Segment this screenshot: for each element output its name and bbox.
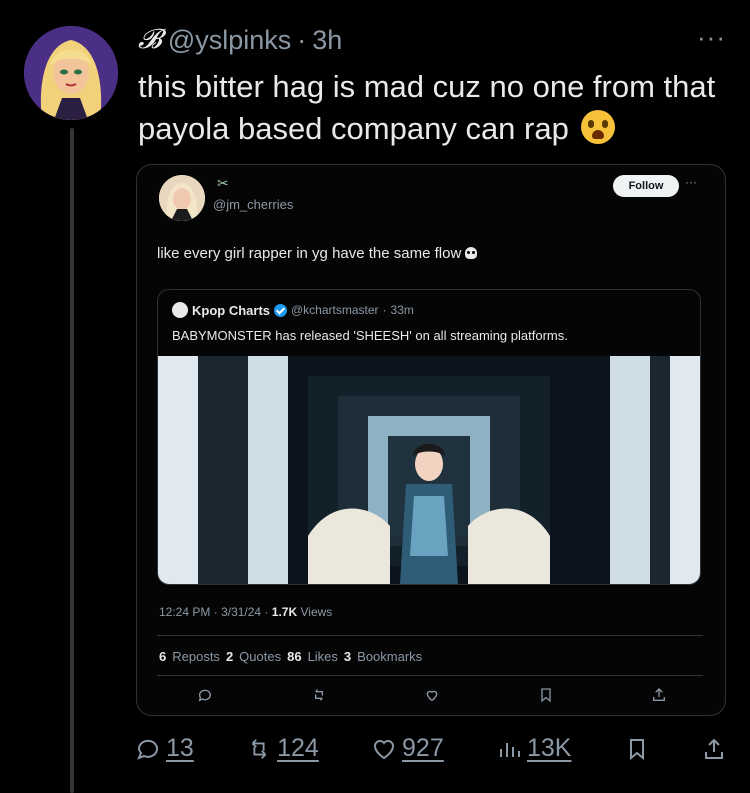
inner-meta: 12:24 PM · 3/31/24 · 1.7K Views <box>159 605 332 619</box>
tweet-body: this bitter hag is mad cuz no one from t… <box>138 69 716 146</box>
inner-avatar <box>159 175 205 221</box>
inner-quotes-count: 2 <box>225 649 234 664</box>
action-bar: 13 124 927 13K <box>136 734 726 763</box>
repost-count: 124 <box>277 734 319 762</box>
like-count: 927 <box>402 734 444 762</box>
inner-date: 3/31/24 <box>221 605 262 619</box>
reply-icon <box>136 737 160 761</box>
inner-handle: @jm_cherries <box>213 197 294 212</box>
inner-bookmarks-label: Bookmarks <box>357 649 423 664</box>
tweet-header: 𝓑 @yslpinks · 3h <box>138 24 342 56</box>
avatar-image <box>24 26 118 120</box>
inner-reposts-label: Reposts <box>172 649 220 664</box>
inner-views-label: Views <box>300 605 333 619</box>
quoted-time: 33m <box>390 303 414 317</box>
skull-icon <box>465 247 478 259</box>
inner-more-icon: ··· <box>685 175 697 189</box>
inner-divider-2 <box>157 675 703 676</box>
inner-tweet-text: like every girl rapper in yg have the sa… <box>157 245 478 262</box>
music-video-still <box>158 356 700 584</box>
more-options-icon[interactable]: ··· <box>697 22 726 53</box>
handle[interactable]: @yslpinks <box>168 25 291 56</box>
views-button[interactable]: 13K <box>497 734 571 763</box>
bookmark-button[interactable] <box>625 737 649 761</box>
display-name-glyph[interactable]: 𝓑 <box>138 24 162 56</box>
inner-avatar-image <box>159 175 205 221</box>
inner-divider <box>157 635 703 636</box>
share-icon <box>702 737 726 761</box>
tweet-text: this bitter hag is mad cuz no one from t… <box>138 66 728 150</box>
share-button[interactable] <box>702 737 726 761</box>
loudly-crying-face-icon <box>581 110 616 144</box>
verified-badge-icon <box>274 303 287 317</box>
header-separator: · <box>297 24 307 55</box>
inner-bookmark-icon <box>540 688 551 703</box>
inner-like-icon <box>426 690 438 702</box>
inner-reply-icon <box>198 689 211 702</box>
reply-count: 13 <box>166 734 194 762</box>
views-count: 13K <box>527 734 572 762</box>
inner-repost-icon <box>314 689 323 701</box>
video-frame <box>158 356 700 584</box>
inner-reposts-count: 6 <box>159 649 167 664</box>
inner-bookmarks-count: 3 <box>343 649 352 664</box>
quoted-name: Kpop Charts <box>192 302 270 318</box>
inner-stats: 6 Reposts 2 Quotes 86 Likes 3 Bookmarks <box>159 649 422 664</box>
quoted-separator: · <box>382 303 387 317</box>
quoted-header: Kpop Charts @kchartsmaster · 33m <box>172 302 414 318</box>
inner-share-icon <box>653 688 665 701</box>
inner-views-count: 1.7K <box>271 605 298 619</box>
embedded-screenshot[interactable]: ✂ @jm_cherries Follow ··· like every gir… <box>136 164 726 716</box>
kpop-charts-logo-icon <box>172 302 188 318</box>
inner-time: 12:24 PM <box>159 605 211 619</box>
avatar[interactable] <box>24 26 118 120</box>
timestamp[interactable]: 3h <box>312 25 342 56</box>
like-icon <box>372 737 396 761</box>
inner-meta-sep2: · <box>264 605 269 619</box>
quoted-tweet: Kpop Charts @kchartsmaster · 33m BABYMONST… <box>157 289 701 585</box>
repost-button[interactable]: 124 <box>247 734 319 763</box>
inner-tweet-body: like every girl rapper in yg have the sa… <box>157 245 462 262</box>
repost-icon <box>247 737 271 761</box>
inner-likes-count: 86 <box>287 649 302 664</box>
thread-line <box>70 128 74 793</box>
views-bar-chart-icon <box>497 737 521 761</box>
bookmark-icon <box>625 737 649 761</box>
reply-button[interactable]: 13 <box>136 734 194 763</box>
follow-button[interactable]: Follow <box>613 175 679 197</box>
quoted-text: BABYMONSTER has released 'SHEESH' on all… <box>172 328 568 343</box>
like-button[interactable]: 927 <box>372 734 444 763</box>
bow-icon: ✂ <box>217 175 229 191</box>
quoted-handle: @kchartsmaster <box>291 303 379 317</box>
inner-likes-label: Likes <box>307 649 338 664</box>
inner-meta-sep1: · <box>213 605 218 619</box>
inner-quotes-label: Quotes <box>239 649 282 664</box>
inner-action-bar <box>197 687 667 703</box>
